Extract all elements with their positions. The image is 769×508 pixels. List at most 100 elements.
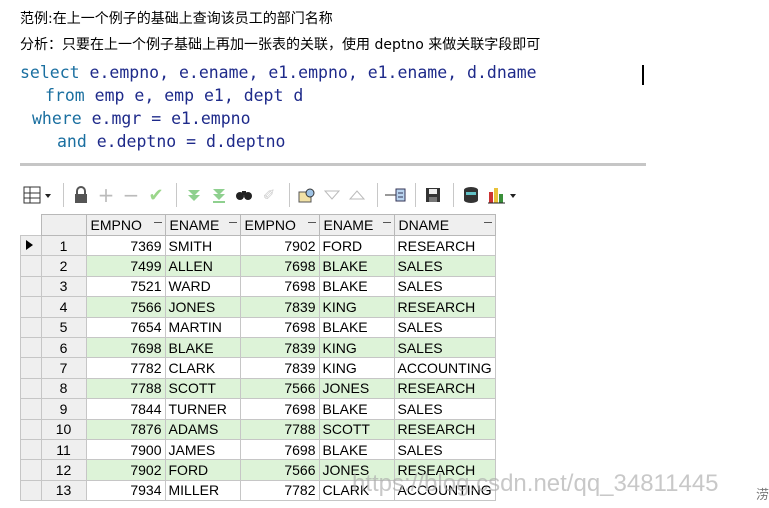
row-indicator[interactable] (20, 459, 42, 481)
ename-cell[interactable]: WARD (164, 275, 241, 298)
mgr-ename-cell[interactable]: BLAKE (318, 438, 395, 461)
empno-cell[interactable]: 7521 (85, 275, 166, 298)
dname-cell[interactable]: SALES (393, 398, 496, 420)
dname-cell[interactable]: RESEARCH (393, 377, 496, 400)
ename-cell[interactable]: BLAKE (164, 336, 241, 359)
ename-cell[interactable]: TURNER (164, 398, 241, 420)
clear-icon[interactable]: ✐ (258, 184, 280, 206)
add-record-icon[interactable]: + (95, 183, 117, 207)
table-row[interactable]: 11 7900 JAMES 7698 BLAKE SALES (20, 438, 496, 461)
table-row[interactable]: 9 7844 TURNER 7698 BLAKE SALES (20, 398, 496, 420)
chart-icon[interactable] (485, 184, 519, 206)
row-number[interactable]: 3 (40, 275, 87, 298)
table-row[interactable]: 3 7521 WARD 7698 BLAKE SALES (20, 275, 496, 298)
empno-cell[interactable]: 7900 (85, 438, 166, 461)
ename-cell[interactable]: SMITH (164, 234, 241, 257)
empno-cell[interactable]: 7499 (85, 255, 166, 277)
ename-cell[interactable]: MARTIN (164, 316, 241, 338)
ename-cell[interactable]: JAMES (164, 438, 241, 461)
empno-cell[interactable]: 7844 (85, 398, 166, 420)
post-record-icon[interactable]: ✔ (145, 184, 167, 206)
row-indicator[interactable] (20, 398, 42, 420)
database-icon[interactable] (460, 184, 482, 206)
empno-cell[interactable]: 7566 (85, 296, 166, 318)
mgr-ename-cell[interactable]: BLAKE (318, 255, 395, 277)
empno-cell[interactable]: 7782 (85, 357, 166, 379)
mgr-ename-cell[interactable]: JONES (318, 377, 395, 400)
export-icon[interactable] (384, 184, 406, 206)
mgr-empno-cell[interactable]: 7839 (239, 296, 320, 318)
mgr-ename-cell[interactable]: BLAKE (318, 398, 395, 420)
sql-editor[interactable]: select e.empno, e.ename, e1.empno, e1.en… (20, 62, 646, 166)
grid-view-icon[interactable] (20, 184, 54, 206)
mgr-empno-cell[interactable]: 7566 (239, 377, 320, 400)
mgr-empno-cell[interactable]: 7698 (239, 255, 320, 277)
empno-cell[interactable]: 7698 (85, 336, 166, 359)
ename-cell[interactable]: FORD (164, 459, 241, 481)
row-number[interactable]: 7 (40, 357, 87, 379)
save-icon[interactable] (422, 184, 444, 206)
row-number[interactable]: 8 (40, 377, 87, 400)
row-number[interactable]: 4 (40, 296, 87, 318)
dname-cell[interactable]: RESEARCH (393, 418, 496, 440)
table-row[interactable]: 4 7566 JONES 7839 KING RESEARCH (20, 296, 496, 318)
row-indicator[interactable] (20, 275, 42, 298)
dname-cell[interactable]: SALES (393, 316, 496, 338)
column-header-mgr-empno[interactable]: EMPNO (239, 214, 320, 236)
empno-cell[interactable]: 7934 (85, 479, 166, 502)
fetch-last-icon[interactable] (208, 184, 230, 206)
empno-cell[interactable]: 7902 (85, 459, 166, 481)
row-indicator[interactable] (20, 336, 42, 359)
row-number[interactable]: 5 (40, 316, 87, 338)
filter-down-icon[interactable] (321, 184, 343, 206)
row-indicator[interactable] (20, 316, 42, 338)
empno-cell[interactable]: 7369 (85, 234, 166, 257)
filter-up-icon[interactable] (346, 184, 368, 206)
query-by-example-icon[interactable] (296, 184, 318, 206)
row-indicator[interactable] (20, 357, 42, 379)
dname-cell[interactable]: ACCOUNTING (393, 357, 496, 379)
mgr-ename-cell[interactable]: SCOTT (318, 418, 395, 440)
mgr-empno-cell[interactable]: 7902 (239, 234, 320, 257)
column-header-dname[interactable]: DNAME (393, 214, 496, 236)
mgr-ename-cell[interactable]: BLAKE (318, 316, 395, 338)
fetch-next-icon[interactable] (183, 184, 205, 206)
ename-cell[interactable]: MILLER (164, 479, 241, 502)
row-number[interactable]: 6 (40, 336, 87, 359)
ename-cell[interactable]: SCOTT (164, 377, 241, 400)
table-row[interactable]: 2 7499 ALLEN 7698 BLAKE SALES (20, 255, 496, 277)
dname-cell[interactable]: SALES (393, 275, 496, 298)
mgr-empno-cell[interactable]: 7839 (239, 336, 320, 359)
row-indicator[interactable] (20, 418, 42, 440)
column-header-empno[interactable]: EMPNO (85, 214, 166, 236)
row-number[interactable]: 9 (40, 398, 87, 420)
mgr-empno-cell[interactable]: 7788 (239, 418, 320, 440)
row-number[interactable]: 11 (40, 438, 87, 461)
table-row[interactable]: 10 7876 ADAMS 7788 SCOTT RESEARCH (20, 418, 496, 440)
mgr-ename-cell[interactable]: BLAKE (318, 275, 395, 298)
mgr-ename-cell[interactable]: KING (318, 296, 395, 318)
mgr-empno-cell[interactable]: 7698 (239, 438, 320, 461)
table-row[interactable]: 6 7698 BLAKE 7839 KING SALES (20, 336, 496, 359)
table-row[interactable]: 1 7369 SMITH 7902 FORD RESEARCH (20, 234, 496, 257)
delete-record-icon[interactable]: − (120, 183, 142, 207)
row-indicator[interactable] (20, 296, 42, 318)
mgr-empno-cell[interactable]: 7566 (239, 459, 320, 481)
dname-cell[interactable]: RESEARCH (393, 296, 496, 318)
table-row[interactable]: 8 7788 SCOTT 7566 JONES RESEARCH (20, 377, 496, 400)
ename-cell[interactable]: CLARK (164, 357, 241, 379)
dname-cell[interactable]: RESEARCH (393, 234, 496, 257)
row-number[interactable]: 12 (40, 459, 87, 481)
row-number[interactable]: 10 (40, 418, 87, 440)
row-number[interactable]: 13 (40, 479, 87, 502)
row-indicator[interactable] (20, 438, 42, 461)
column-header-ename[interactable]: ENAME (164, 214, 241, 236)
mgr-empno-cell[interactable]: 7782 (239, 479, 320, 502)
empno-cell[interactable]: 7876 (85, 418, 166, 440)
column-header-mgr-ename[interactable]: ENAME (318, 214, 395, 236)
row-indicator[interactable] (20, 479, 42, 502)
row-number[interactable]: 2 (40, 255, 87, 277)
mgr-ename-cell[interactable]: FORD (318, 234, 395, 257)
row-indicator[interactable] (20, 377, 42, 400)
result-grid[interactable]: EMPNO ENAME EMPNO ENAME DNAME 1 7369 SMITH… (20, 214, 496, 502)
